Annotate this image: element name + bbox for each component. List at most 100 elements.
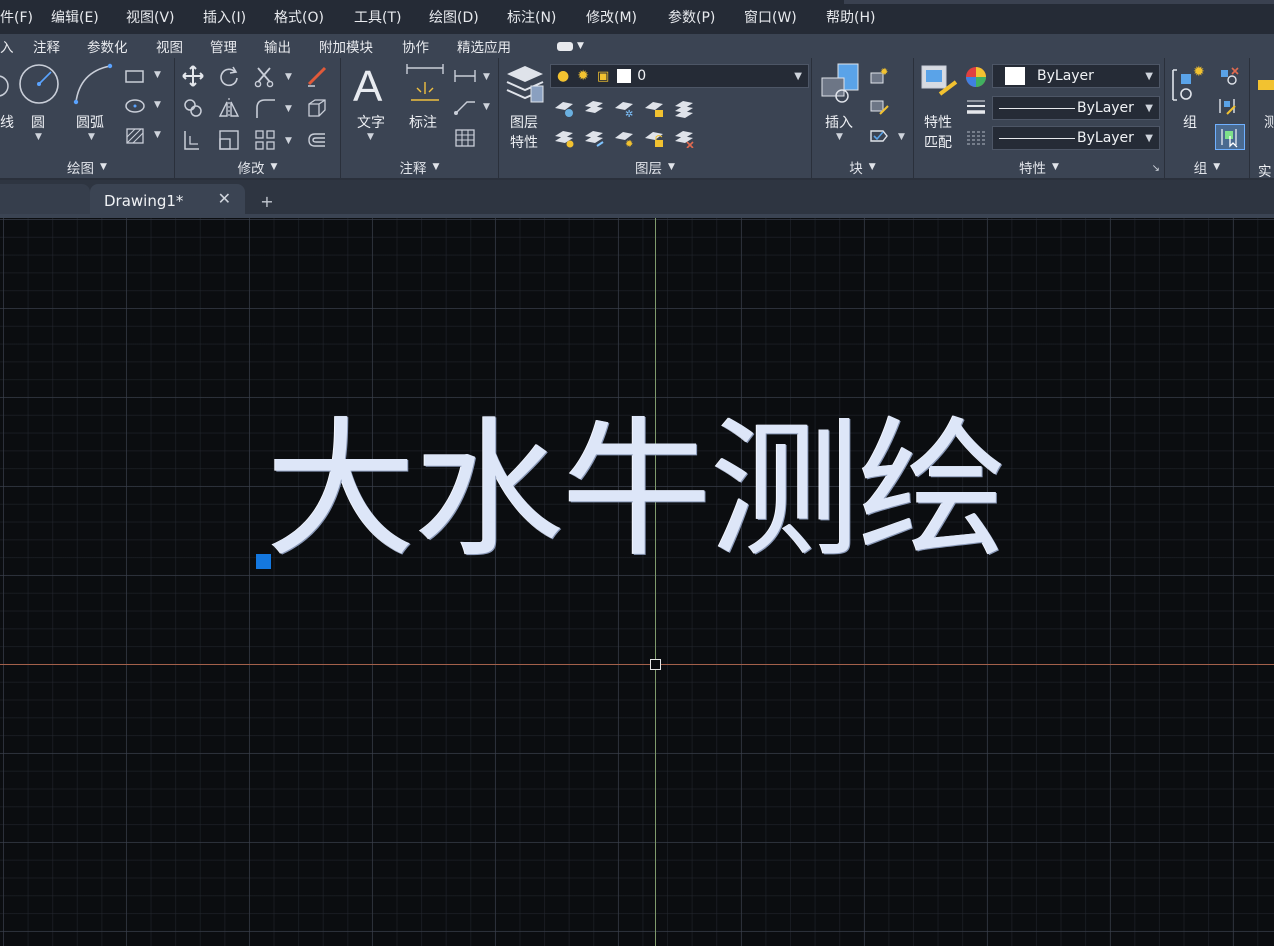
layer-previous-icon[interactable] xyxy=(583,128,605,148)
drawing-tab[interactable]: Drawing1* ✕ xyxy=(90,184,245,218)
lineweight-dropdown[interactable]: ByLayer ▼ xyxy=(992,126,1160,150)
layer-freeze-icon[interactable]: ✲ xyxy=(613,98,635,118)
group-edit-icon[interactable] xyxy=(1217,96,1239,116)
panel-block-title[interactable]: 块 ▼ xyxy=(812,156,913,178)
block-attribute-icon[interactable] xyxy=(868,126,890,146)
tab-insert[interactable]: 入 xyxy=(0,36,14,56)
menu-modify[interactable]: 修改(M) xyxy=(586,7,637,27)
layer-match-icon[interactable] xyxy=(553,128,575,148)
circle-tool[interactable]: 圆 ▼ xyxy=(18,62,62,142)
chevron-down-icon[interactable]: ▼ xyxy=(285,72,292,82)
chevron-down-icon[interactable]: ▼ xyxy=(285,136,292,146)
menu-window[interactable]: 窗口(W) xyxy=(744,7,797,27)
insert-block-tool[interactable]: 插入 ▼ xyxy=(818,62,862,148)
ellipse-tool[interactable]: ▼ xyxy=(124,96,164,116)
menu-format[interactable]: 格式(O) xyxy=(274,7,324,27)
tab-output[interactable]: 输出 xyxy=(264,36,291,56)
layer-isolate-icon[interactable] xyxy=(583,98,605,118)
text-insertion-grip[interactable] xyxy=(256,554,271,569)
mirror-icon[interactable] xyxy=(217,96,241,120)
layer-merge-icon[interactable] xyxy=(673,128,695,148)
measure-icon[interactable] xyxy=(1254,66,1274,106)
array-icon[interactable] xyxy=(253,128,277,152)
leader-icon[interactable] xyxy=(453,96,477,116)
tab-view[interactable]: 视图 xyxy=(156,36,183,56)
group-tool[interactable]: ✹ 组 xyxy=(1169,62,1209,148)
chevron-down-icon[interactable]: ▼ xyxy=(483,72,490,82)
chevron-down-icon[interactable]: ▼ xyxy=(898,132,905,142)
line-tool[interactable]: 线 xyxy=(0,64,18,138)
panel-annotation-title[interactable]: 注释 ▼ xyxy=(341,156,498,178)
color-wheel-icon[interactable] xyxy=(964,65,988,89)
scale-icon[interactable] xyxy=(217,128,241,152)
menu-parametric[interactable]: 参数(P) xyxy=(668,7,715,27)
layer-off-icon[interactable] xyxy=(553,98,575,118)
chevron-down-icon[interactable]: ▼ xyxy=(154,70,161,80)
rectangle-tool[interactable]: ▼ xyxy=(124,66,164,86)
tab-featured-apps[interactable]: 精选应用 xyxy=(457,36,511,56)
menu-draw[interactable]: 绘图(D) xyxy=(429,7,479,27)
menu-dimension[interactable]: 标注(N) xyxy=(507,7,556,27)
linetype-dropdown[interactable]: ByLayer ▼ xyxy=(992,96,1160,120)
tab-parametric[interactable]: 参数化 xyxy=(87,36,128,56)
dialog-launcher-icon[interactable]: ↘ xyxy=(1152,163,1160,174)
ungroup-icon[interactable] xyxy=(1217,66,1239,86)
panel-properties-title[interactable]: 特性 ▼ xyxy=(914,156,1164,178)
tab-annotate[interactable]: 注释 xyxy=(33,36,60,56)
drawing-canvas[interactable]: 大水牛测绘 xyxy=(0,218,1274,946)
fillet-icon[interactable] xyxy=(253,96,277,120)
copy-icon[interactable] xyxy=(181,96,205,120)
menu-help[interactable]: 帮助(H) xyxy=(826,7,875,27)
chevron-down-icon[interactable]: ▼ xyxy=(367,132,374,142)
offset-icon[interactable] xyxy=(305,128,329,152)
panel-modify-title[interactable]: 修改 ▼ xyxy=(175,156,340,178)
table-icon[interactable] xyxy=(453,128,477,148)
layer-thaw-icon[interactable]: ✹ xyxy=(613,128,635,148)
chevron-down-icon[interactable]: ▼ xyxy=(836,132,843,142)
new-tab-button[interactable]: + xyxy=(256,192,278,212)
panel-group-title[interactable]: 组 ▼ xyxy=(1165,156,1249,178)
color-dropdown[interactable]: ByLayer ▼ xyxy=(992,64,1160,88)
layer-properties-tool[interactable]: 图层 特性 xyxy=(503,62,547,151)
panel-draw-title[interactable]: 绘图 ▼ xyxy=(0,156,174,178)
start-tab[interactable] xyxy=(0,184,90,214)
layer-dropdown[interactable]: ● ✹ ▣ 0 ▼ xyxy=(550,64,809,88)
match-properties-tool[interactable]: 特性 匹配 xyxy=(918,62,962,151)
3d-box-icon[interactable] xyxy=(305,96,329,120)
ribbon-display-toggle[interactable]: ▼ xyxy=(557,41,584,51)
chevron-down-icon[interactable]: ▼ xyxy=(285,104,292,114)
menu-edit[interactable]: 编辑(E) xyxy=(51,7,99,27)
text-tool[interactable]: A 文字 ▼ xyxy=(349,62,393,144)
rotate-icon[interactable] xyxy=(217,64,241,88)
linear-dim-icon[interactable] xyxy=(453,66,477,86)
layer-lock-icon[interactable] xyxy=(643,98,665,118)
close-icon[interactable]: ✕ xyxy=(218,189,231,208)
dimension-tool[interactable]: 标注 xyxy=(401,62,449,144)
lineweight-icon[interactable] xyxy=(964,97,988,119)
menu-view[interactable]: 视图(V) xyxy=(126,7,175,27)
arc-tool[interactable]: 圆弧 ▼ xyxy=(70,62,116,142)
chevron-down-icon[interactable]: ▼ xyxy=(483,102,490,112)
hatch-tool[interactable]: ▼ xyxy=(124,126,164,146)
menu-tools[interactable]: 工具(T) xyxy=(354,7,401,27)
create-block-icon[interactable]: ✹ xyxy=(868,66,890,86)
edit-block-icon[interactable] xyxy=(868,96,890,116)
tab-addins[interactable]: 附加模块 xyxy=(319,36,373,56)
chevron-down-icon[interactable]: ▼ xyxy=(154,100,161,110)
group-selection-toggle[interactable] xyxy=(1215,124,1245,150)
chevron-down-icon[interactable]: ▼ xyxy=(154,130,161,140)
layer-unlock-icon[interactable] xyxy=(643,128,665,148)
stretch-icon[interactable] xyxy=(181,128,205,152)
chevron-down-icon[interactable]: ▼ xyxy=(88,132,95,142)
drawing-text-object[interactable]: 大水牛测绘 xyxy=(266,416,1008,566)
menu-file[interactable]: 件(F) xyxy=(0,7,33,27)
chevron-down-icon[interactable]: ▼ xyxy=(35,132,42,142)
trim-icon[interactable] xyxy=(253,64,277,88)
tab-collaborate[interactable]: 协作 xyxy=(402,36,429,56)
panel-utilities-title[interactable]: 实 xyxy=(1258,160,1272,180)
tab-manage[interactable]: 管理 xyxy=(210,36,237,56)
move-icon[interactable] xyxy=(181,64,205,88)
panel-layers-title[interactable]: 图层 ▼ xyxy=(499,156,811,178)
erase-icon[interactable] xyxy=(305,64,329,88)
layer-walk-icon[interactable] xyxy=(673,98,695,118)
